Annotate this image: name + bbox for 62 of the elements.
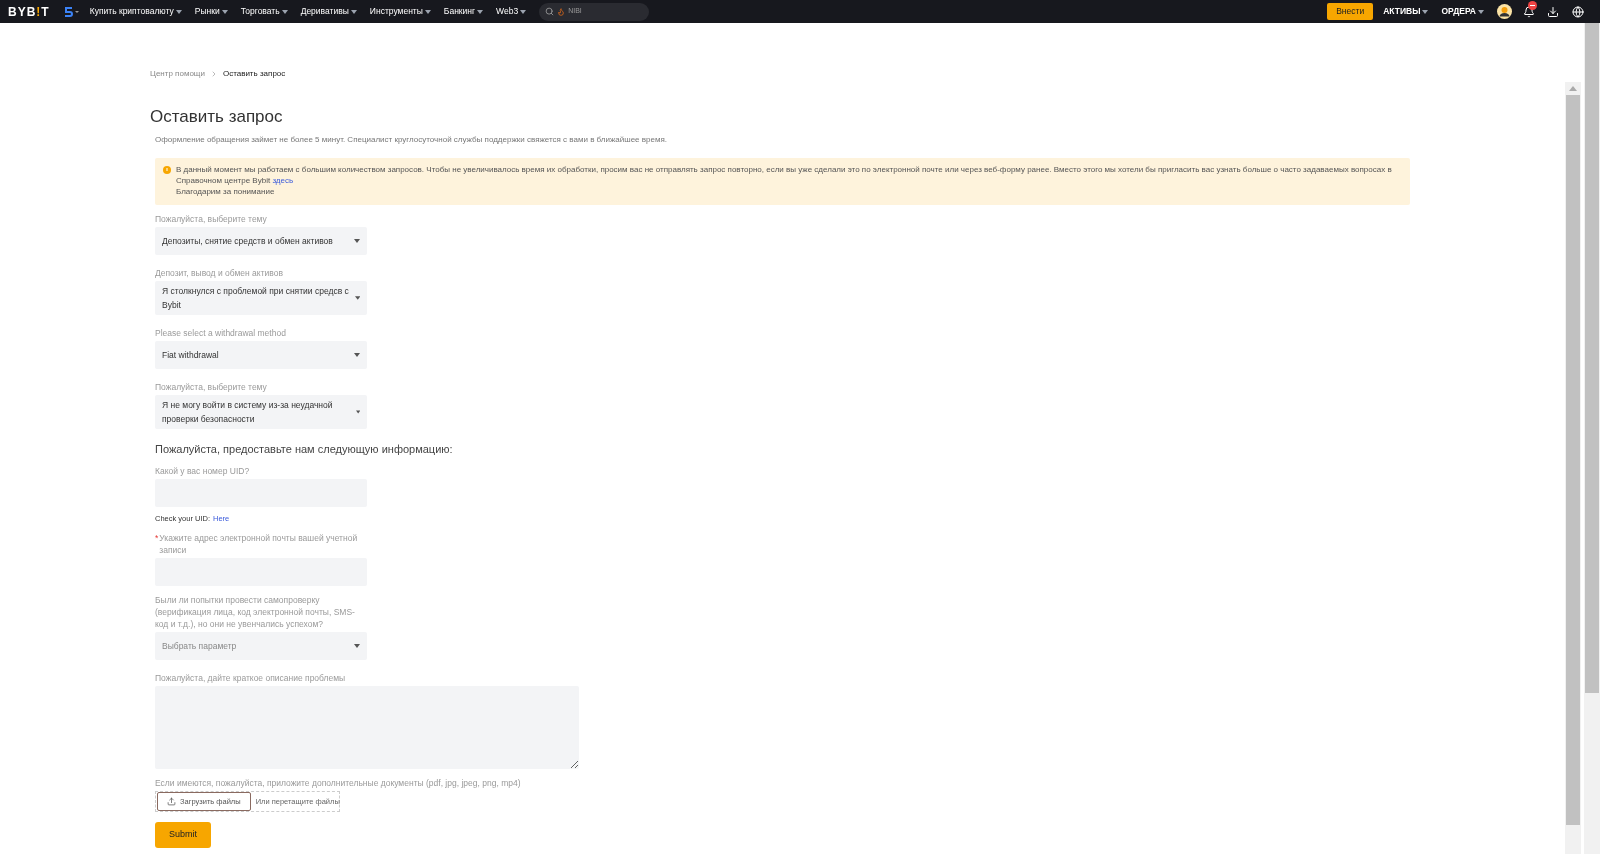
caret-icon: [355, 410, 360, 414]
nav-menu-item[interactable]: Инструменты: [369, 5, 431, 18]
nav-menu-item[interactable]: ОРДЕРА: [1441, 5, 1484, 18]
select-field[interactable]: Я столкнулся с проблемой при снятии средсв с Bybit: [155, 281, 367, 315]
nav-menu-item[interactable]: Web3: [496, 5, 527, 18]
caret-icon: [175, 9, 182, 14]
bell-icon[interactable]: [1523, 5, 1535, 18]
info-icon: [163, 166, 171, 174]
five-logo-icon[interactable]: [63, 5, 80, 18]
caret-icon: [424, 9, 431, 14]
logo[interactable]: BYB!T: [8, 2, 50, 21]
caret-icon: [221, 9, 228, 14]
field-label: Пожалуйста, выберите тему: [155, 381, 267, 393]
nav-menu-item[interactable]: Деривативы: [300, 5, 357, 18]
select-field[interactable]: Выбрать параметр: [155, 631, 367, 660]
caret-icon: [520, 9, 527, 14]
notice-text: В данный момент мы работаем с большим количеством запросов. Чтобы не увеличивалось время их обработки, просим вас не отправлять запрос повторно, если вы уже сделали это по электронной почте или через веб-форму ранее. Вместо этого мы хотели бы пригласить вас узнать больше о часто задаваемых вопросах в Справочном центре Bybit здесь: [176, 164, 1393, 186]
notification-badge: [1528, 0, 1537, 10]
page-title: Оставить запрос: [150, 106, 284, 128]
caret-icon: [354, 296, 360, 300]
field-label: Какой у вас номер UID?: [155, 464, 250, 477]
caret-icon: [1478, 9, 1484, 14]
caret-icon: [477, 9, 484, 14]
select-field[interactable]: Fiat withdrawal: [155, 341, 367, 369]
flame-icon: [557, 7, 566, 16]
caret-icon: [354, 643, 360, 648]
search-icon: [545, 7, 555, 16]
field-label: Пожалуйста, выберите тему: [155, 213, 267, 225]
field-label: Пожалуйста, дайте краткое описание проблемы: [155, 671, 346, 684]
section-heading: Пожалуйста, предоставьте нам следующую информацию:: [155, 442, 454, 457]
nav-menu-item[interactable]: АКТИВЫ: [1383, 5, 1429, 18]
caret-icon: [1422, 9, 1429, 14]
field-label: Please select a withdrawal method: [155, 327, 286, 339]
scroll-up-icon[interactable]: [1569, 86, 1577, 91]
caret-icon: [354, 239, 360, 243]
caret-icon: [350, 9, 357, 14]
nav-menu-item[interactable]: Рынки: [194, 5, 228, 18]
nav-menu-item[interactable]: Купить криптовалюту: [89, 5, 182, 18]
deposit-button[interactable]: Внести: [1327, 3, 1374, 20]
notice-thanks: Благодарим за понимание: [176, 186, 276, 197]
field-label: Укажите адрес электронной почты вашей учетной записи: [159, 531, 359, 556]
breadcrumb-item[interactable]: Оставить запрос: [222, 68, 286, 80]
caret-icon: [281, 9, 288, 14]
caret-icon: [354, 353, 360, 357]
nav-menu-item[interactable]: Торговать: [240, 5, 288, 18]
globe-icon[interactable]: [1572, 5, 1584, 18]
breadcrumb-item[interactable]: Центр помощи: [150, 68, 205, 80]
field-label: Если имеются, пожалуйста, приложите дополнительные документы (pdf, jpg, jpeg, png, mp4): [155, 776, 522, 789]
field-label: Депозит, вывод и обмен активов: [155, 267, 283, 279]
avatar-icon[interactable]: [1497, 4, 1512, 19]
submit-button[interactable]: Submit: [155, 821, 211, 848]
notice-link[interactable]: здесь: [272, 176, 294, 185]
select-field[interactable]: Я не могу войти в систему из-за неудачной проверки безопасности: [155, 395, 367, 429]
nav-menu-item[interactable]: Банкинг: [443, 5, 484, 18]
download-icon[interactable]: [1547, 5, 1559, 18]
required-mark: *: [155, 531, 159, 545]
select-field[interactable]: Депозиты, снятие средств и обмен активов: [155, 227, 367, 255]
upload-icon: [167, 796, 176, 806]
field-label: Были ли попытки провести самопроверку (верификация лица, код электронной почты, SMS-код и т.д.), но они не увенчались успехом?: [155, 593, 356, 630]
page-scrollbar[interactable]: [1584, 23, 1600, 854]
page-subtitle: Оформление обращения займет не более 5 минут. Специалист круглосуточной службы поддержки свяжется с вами в ближайшее время.: [155, 134, 668, 146]
inner-scrollbar[interactable]: [1565, 82, 1581, 854]
